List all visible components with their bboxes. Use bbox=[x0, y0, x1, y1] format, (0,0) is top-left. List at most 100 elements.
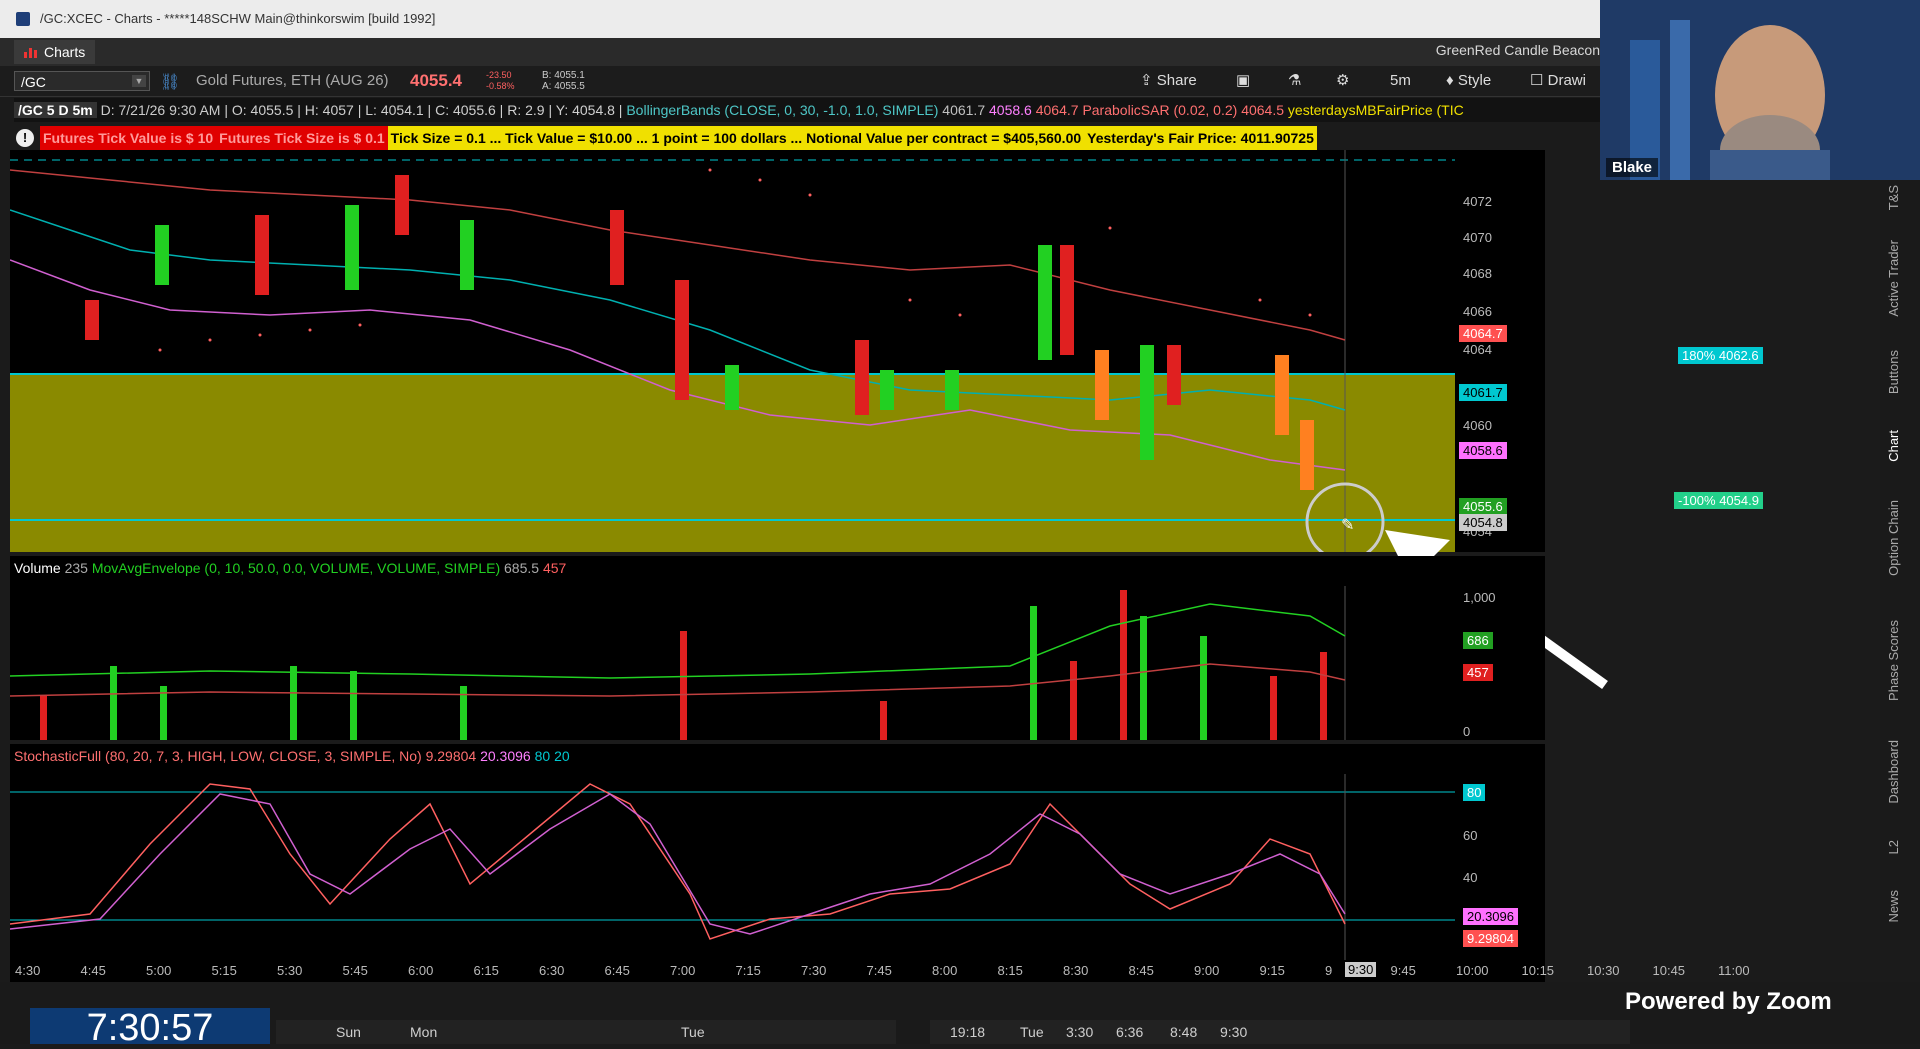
time-timeline[interactable]: 19:18 Tue 3:30 6:36 8:48 9:30 bbox=[930, 1020, 1630, 1044]
time-axis[interactable]: 4:30 4:45 5:00 5:15 5:30 5:45 6:00 6:15 6:30 6:45… bbox=[10, 960, 1750, 982]
share-button[interactable]: ⇪ Share bbox=[1140, 70, 1197, 92]
stoch-tick: 80 bbox=[1463, 784, 1486, 801]
stoch-k-tag: 9.29804 bbox=[1463, 930, 1518, 947]
volume-panel[interactable]: Volume 235 MovAvgEnvelope (0, 10, 50.0, … bbox=[10, 556, 1455, 740]
candle-red bbox=[395, 175, 409, 235]
time-tick: 7:45 bbox=[866, 963, 892, 978]
stoch-tick: 40 bbox=[1463, 870, 1478, 885]
tab-active-trader[interactable]: Active Trader bbox=[1886, 240, 1901, 317]
beacon-label[interactable]: GreenRed Candle Beacon bbox=[1436, 42, 1600, 58]
stochastic-panel[interactable]: StochasticFull (80, 20, 7, 3, HIGH, LOW,… bbox=[10, 744, 1455, 960]
time-tick: 7:00 bbox=[670, 963, 696, 978]
tab-charts-label: Charts bbox=[44, 44, 86, 60]
time-tick: 8:15 bbox=[997, 963, 1023, 978]
candle-red bbox=[85, 300, 99, 340]
bb-mid-tag: 4058.6 bbox=[1459, 442, 1507, 459]
time-tick: 10:00 bbox=[1456, 963, 1489, 978]
tab-phase-scores[interactable]: Phase Scores bbox=[1886, 620, 1901, 701]
stochastic-d-line bbox=[10, 793, 1346, 935]
time-label: 6:36 bbox=[1116, 1024, 1144, 1040]
time-tick: 6:15 bbox=[473, 963, 499, 978]
time-tick: 6:30 bbox=[539, 963, 565, 978]
volume-bars bbox=[40, 590, 1327, 740]
time-tick: 6:45 bbox=[604, 963, 630, 978]
price-tick: 4060 bbox=[1463, 418, 1492, 433]
volume-axis: 1,000 686 457 0 bbox=[1455, 556, 1545, 740]
app-icon bbox=[16, 12, 30, 26]
time-label: Tue bbox=[1020, 1024, 1044, 1040]
tab-dashboard[interactable]: Dashboard bbox=[1886, 740, 1901, 804]
time-label: 8:48 bbox=[1170, 1024, 1198, 1040]
candle-green bbox=[155, 225, 169, 285]
price-axis[interactable]: 4072 4070 4068 4066 4064 4060 4054 4064.… bbox=[1455, 150, 1545, 552]
drawings-icon: ☐ bbox=[1530, 72, 1548, 89]
bar-range: R: 2.9 bbox=[507, 102, 545, 118]
bb-upper-tag: 4061.7 bbox=[1459, 384, 1507, 401]
gear-icon[interactable]: ⚙ bbox=[1336, 70, 1349, 92]
change-value: -23.50 bbox=[486, 70, 512, 80]
candle-green bbox=[945, 370, 959, 410]
candle-orange bbox=[1095, 350, 1109, 420]
upper-pct-tag: 180% 4062.6 bbox=[1678, 347, 1763, 364]
time-tick: 8:45 bbox=[1128, 963, 1154, 978]
warning-bar: Futures Tick Value is $ 10 Futures Tick S… bbox=[40, 126, 1317, 150]
link-icon[interactable]: ⛓ bbox=[160, 72, 180, 92]
sar-study[interactable]: ParabolicSAR (0.02, 0.2) bbox=[1082, 102, 1237, 118]
volume-tick: 0 bbox=[1463, 724, 1471, 739]
time-tick: 11:00 bbox=[1718, 963, 1750, 978]
bollinger-study[interactable]: BollingerBands (CLOSE, 0, 30, -1.0, 1.0,… bbox=[626, 102, 938, 118]
share-label: Share bbox=[1156, 72, 1197, 89]
tick-size-warning: Futures Tick Size is $ 0.1 bbox=[216, 126, 388, 150]
symbol-value: /GC bbox=[21, 74, 46, 90]
time-tick: 4:45 bbox=[80, 963, 106, 978]
time-tick: 8:30 bbox=[1063, 963, 1089, 978]
zoom-badge: Powered by Zoom bbox=[1625, 988, 1832, 1015]
day-timeline[interactable]: Sun Mon Tue bbox=[276, 1020, 896, 1044]
sar-value: 4064.5 bbox=[1241, 102, 1285, 118]
price-chart-svg[interactable]: ✎ bbox=[9, 150, 1455, 562]
snapshot-icon[interactable]: ▣ bbox=[1236, 70, 1250, 92]
symbol-description: Gold Futures, ETH (AUG 26) bbox=[196, 72, 389, 89]
bar-low: L: 4054.1 bbox=[365, 102, 424, 118]
bar-high: H: 4057 bbox=[304, 102, 354, 118]
chart-info-bar: /GC 5 D 5m D: 7/21/26 9:30 AM | O: 4055.… bbox=[14, 98, 1600, 122]
fair-price-study[interactable]: yesterdaysMBFairPrice (TIC bbox=[1288, 102, 1464, 118]
candle-red bbox=[1060, 245, 1074, 355]
candle-green bbox=[345, 205, 359, 290]
crosshair-price-tag: 4054.8 bbox=[1459, 514, 1507, 531]
window-titlebar: /GC:XCEC - Charts - *****148SCHW Main@th… bbox=[0, 0, 1600, 38]
time-tick: 9 bbox=[1325, 963, 1333, 978]
style-label: Style bbox=[1457, 72, 1492, 89]
symbol-input[interactable]: /GC ▼ bbox=[14, 71, 150, 91]
bb-mid: 4058.6 bbox=[989, 102, 1032, 118]
alert-icon: ! bbox=[16, 129, 34, 147]
timeframe-button[interactable]: 5m bbox=[1390, 70, 1411, 92]
time-tick: 7:30 bbox=[801, 963, 827, 978]
stoch-tick: 60 bbox=[1463, 828, 1478, 843]
tab-charts[interactable]: Charts bbox=[14, 40, 96, 64]
tab-chart[interactable]: Chart bbox=[1886, 430, 1901, 462]
bar-open: O: 4055.5 bbox=[231, 102, 294, 118]
tab-l2[interactable]: L2 bbox=[1886, 840, 1901, 854]
clock: 7:30:57 bbox=[30, 1008, 270, 1048]
candle-red bbox=[675, 280, 689, 400]
style-button[interactable]: ♦ Style bbox=[1446, 70, 1491, 92]
tab-option-chain[interactable]: Option Chain bbox=[1886, 500, 1901, 576]
sar-price-tag: 4064.7 bbox=[1459, 325, 1507, 342]
price-chart-panel[interactable]: ✎ bbox=[9, 150, 1455, 562]
price-tick: 4068 bbox=[1463, 266, 1492, 281]
candle-red bbox=[855, 340, 869, 415]
tab-buttons[interactable]: Buttons bbox=[1886, 350, 1901, 394]
tab-time-sales[interactable]: T&S bbox=[1886, 185, 1901, 210]
webcam-overlay: Blake bbox=[1600, 0, 1920, 180]
tab-news[interactable]: News bbox=[1886, 890, 1901, 923]
flask-icon[interactable]: ⚗ bbox=[1288, 70, 1301, 92]
time-tick: 5:15 bbox=[211, 963, 237, 978]
chevron-down-icon[interactable]: ▼ bbox=[132, 75, 146, 87]
candle-red bbox=[1167, 345, 1181, 405]
drawings-button[interactable]: ☐ Drawi bbox=[1530, 70, 1586, 92]
tick-value-warning: Futures Tick Value is $ 10 bbox=[40, 126, 217, 150]
time-tick: 5:30 bbox=[277, 963, 303, 978]
candle-green bbox=[460, 220, 474, 290]
tab-bar bbox=[0, 38, 1600, 66]
